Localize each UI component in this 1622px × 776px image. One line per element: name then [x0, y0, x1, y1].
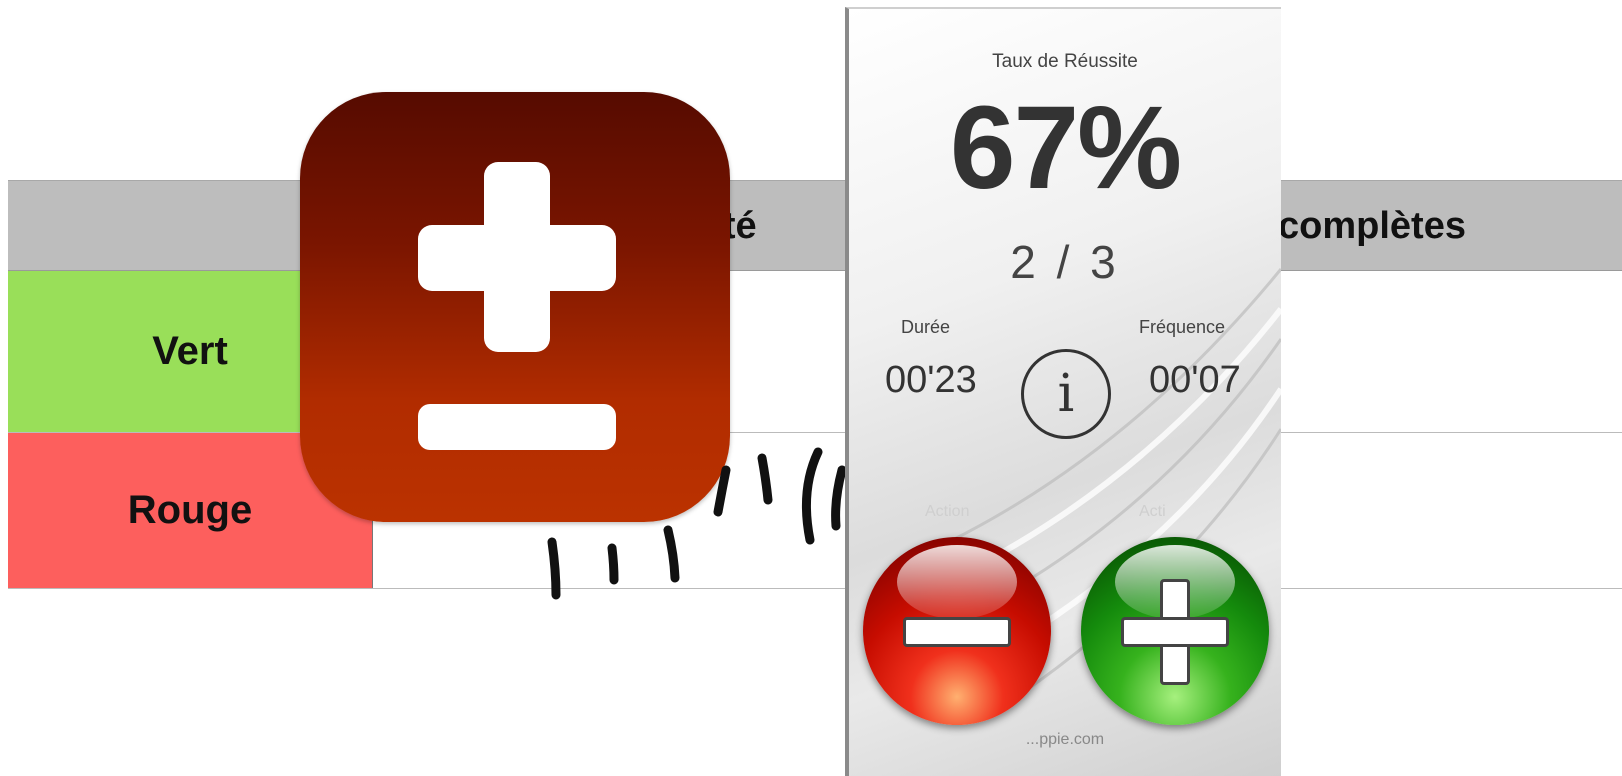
tally-mark	[547, 537, 561, 600]
table-row: Vert	[8, 271, 1622, 433]
tally-mark	[713, 465, 731, 517]
screenshot-canvas: plété complètes Vert Rouge	[0, 0, 1622, 776]
tally-mark	[663, 525, 680, 583]
counter-app-screen: Taux de Réussite 67% 2 / 3 Durée Fréquen…	[845, 7, 1281, 776]
action-label-plus: Acti	[1139, 503, 1166, 520]
tally-mark	[831, 465, 847, 531]
plus-icon-center	[1163, 620, 1187, 644]
duration-label: Durée	[901, 317, 951, 337]
decrement-button[interactable]	[863, 537, 1051, 725]
tally-marks-drawing	[547, 447, 847, 600]
action-label-minus: Action	[925, 503, 970, 520]
button-gloss	[897, 545, 1017, 619]
info-glyph: i	[1057, 364, 1075, 424]
tally-mark	[801, 447, 823, 545]
success-rate-label: Taux de Réussite	[992, 51, 1138, 72]
tally-mark	[607, 543, 619, 585]
success-ratio: 2 / 3	[1010, 236, 1120, 288]
tally-mark	[757, 453, 773, 505]
info-icon[interactable]: i	[1021, 349, 1111, 439]
duration-value: 00'23	[885, 359, 977, 401]
success-rate-percent: 67%	[949, 82, 1182, 214]
minus-icon	[903, 617, 1011, 647]
plus-icon-bar	[418, 225, 616, 291]
header-cell-complete: complètes	[1278, 205, 1466, 247]
frequency-value: 00'07	[1149, 359, 1241, 401]
increment-button[interactable]	[1081, 537, 1269, 725]
footer-website: ...ppie.com	[1025, 731, 1105, 748]
frequency-label: Fréquence	[1139, 317, 1226, 337]
table-header: plété complètes	[8, 180, 1622, 271]
